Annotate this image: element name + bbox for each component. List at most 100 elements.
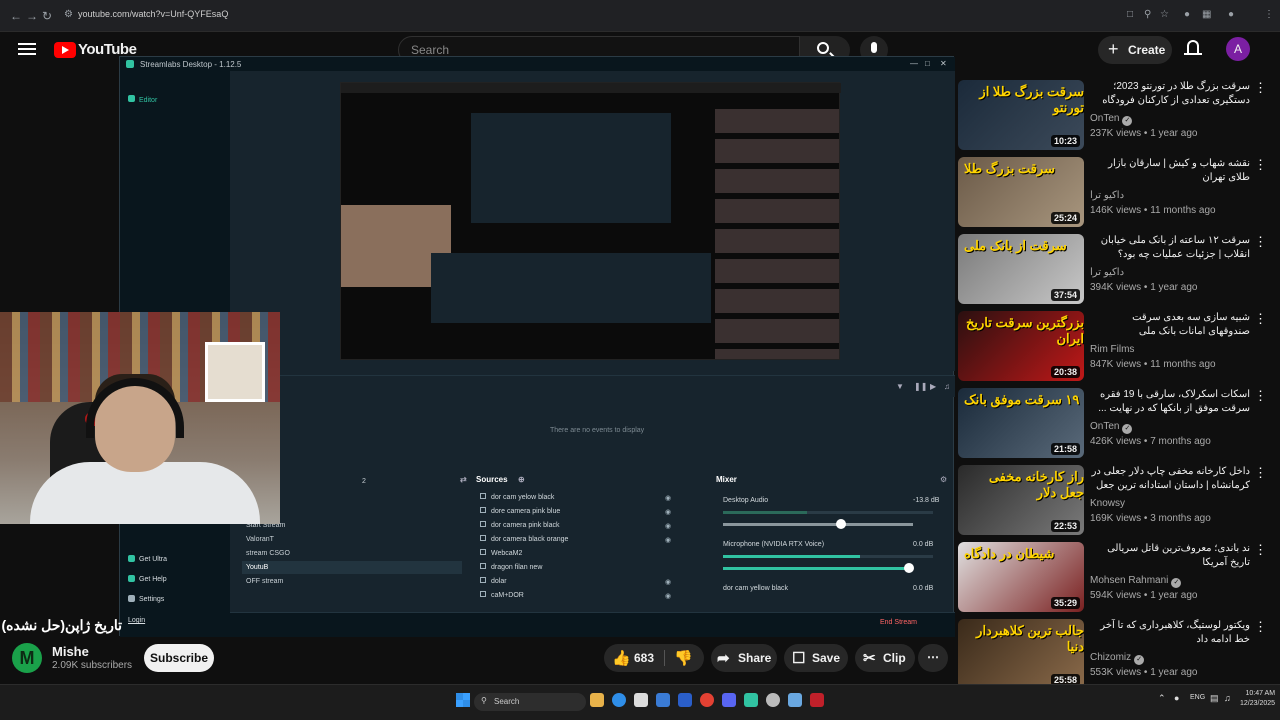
recommendation-title[interactable]: سرقت ۱۲ ساعته از بانک ملی خیابان انقلاب … <box>1090 234 1250 262</box>
skip-icon[interactable]: ▶ <box>930 382 936 391</box>
visibility-icon[interactable]: ◉ <box>665 592 671 600</box>
close-icon[interactable]: ✕ <box>940 59 947 68</box>
get-ultra-link[interactable]: Get Ultra <box>128 555 167 563</box>
app-icon[interactable] <box>766 693 780 707</box>
store-icon[interactable] <box>634 693 648 707</box>
source-item[interactable]: dore camera pink blue ◉ <box>480 507 680 521</box>
sources-filter-icon[interactable]: ⇄ <box>460 475 467 484</box>
forward-icon[interactable]: → <box>26 9 38 23</box>
save-button[interactable]: ☐ Save <box>784 644 848 672</box>
more-options-icon[interactable]: ⋮ <box>1254 388 1267 404</box>
bookmark-star-icon[interactable]: ☆ <box>1160 9 1169 20</box>
profile-icon[interactable]: ● <box>1228 9 1234 20</box>
create-button[interactable]: + Create <box>1098 36 1172 64</box>
scene-item-partial[interactable]: 2 <box>358 475 378 488</box>
visibility-icon[interactable]: ◉ <box>665 508 671 516</box>
pause-icon[interactable]: ❚❚ <box>914 382 927 391</box>
account-avatar[interactable]: A <box>1226 37 1250 61</box>
volume-icon[interactable]: ♫ <box>944 382 950 391</box>
scene-item[interactable]: ValoranT <box>242 533 462 546</box>
visibility-icon[interactable]: ◉ <box>665 522 671 530</box>
more-options-icon[interactable]: ⋮ <box>1254 542 1267 558</box>
recommendation-channel[interactable]: Chizomiz ✓ <box>1090 652 1145 665</box>
recommendation-channel[interactable]: OnTen ✓ <box>1090 113 1133 126</box>
recommendation-card[interactable]: بزرگترین سرقت تاریخ ایران 20:38 شبیه سازی … <box>958 311 1268 385</box>
recommendation-card[interactable]: سرقت بزرگ طلا 25:24 نقشه شهاب و کیش | سارق… <box>958 157 1268 231</box>
visibility-icon[interactable]: ◉ <box>665 494 671 502</box>
settings-link[interactable]: Settings <box>128 595 164 603</box>
zoom-icon[interactable]: ⚲ <box>1144 9 1151 20</box>
source-item[interactable]: WebcaM2 <box>480 549 680 563</box>
tray-chevron-icon[interactable]: ⌃ <box>1158 693 1166 704</box>
maximize-icon[interactable]: □ <box>925 59 930 68</box>
puzzle-icon[interactable]: ▦ <box>1202 9 1211 20</box>
source-item[interactable]: caM+DOR ◉ <box>480 591 680 605</box>
recommendation-card[interactable]: ۱۹ سرقت موفق بانک 21:58 اسکات اسکرلاک، سار… <box>958 388 1268 462</box>
more-options-icon[interactable]: ⋮ <box>1254 465 1267 481</box>
recommendation-title[interactable]: اسکات اسکرلاک، سارقی با 19 فقره سرقت موف… <box>1090 388 1250 416</box>
end-stream-button[interactable]: End Stream <box>880 619 917 626</box>
source-item[interactable]: dor camera black orange ◉ <box>480 535 680 549</box>
login-link[interactable]: Login <box>128 617 145 624</box>
channel-avatar[interactable]: M <box>12 643 42 673</box>
clip-button[interactable]: ✂ Clip <box>855 644 915 672</box>
video-thumbnail[interactable]: راز کارخانه مخفی جعل دلار 22:53 <box>958 465 1084 535</box>
app-icon[interactable] <box>788 693 802 707</box>
recommendation-channel[interactable]: OnTen ✓ <box>1090 421 1133 434</box>
extension-icon[interactable]: ● <box>1184 9 1190 20</box>
browser-menu-icon[interactable]: ⋮ <box>1264 9 1274 20</box>
get-help-link[interactable]: Get Help <box>128 575 167 583</box>
hamburger-menu-icon[interactable] <box>18 40 36 56</box>
more-options-icon[interactable]: ⋮ <box>1254 311 1267 327</box>
recommendation-channel[interactable]: Mohsen Rahmani ✓ <box>1090 575 1182 588</box>
dislike-icon[interactable]: 👎 <box>674 649 693 667</box>
scene-item-active[interactable]: YoutuB <box>242 561 462 574</box>
recommendation-card[interactable]: راز کارخانه مخفی جعل دلار 22:53 داخل کارخا… <box>958 465 1268 539</box>
recommendation-title[interactable]: سرقت بزرگ طلا در تورنتو 2023؛ دستگیری تع… <box>1090 80 1250 108</box>
video-thumbnail[interactable]: سرقت بزرگ طلا 25:24 <box>958 157 1084 227</box>
scene-item[interactable]: OFF stream <box>242 575 462 588</box>
editor-nav-item[interactable]: Editor <box>128 95 157 104</box>
subscribe-button[interactable]: Subscribe <box>144 644 214 672</box>
minimize-icon[interactable]: — <box>910 59 918 68</box>
more-options-icon[interactable]: ⋮ <box>1254 619 1267 635</box>
visibility-icon[interactable]: ◉ <box>665 536 671 544</box>
channel-name[interactable]: Mishe <box>52 644 89 659</box>
network-icon[interactable]: ▤ <box>1210 693 1219 704</box>
recommendation-channel[interactable]: داکیو ترا <box>1090 267 1124 278</box>
language-indicator[interactable]: ENG <box>1190 694 1205 701</box>
mixer-settings-gear-icon[interactable]: ⚙ <box>940 475 947 484</box>
source-item[interactable]: dor cam yelow black ◉ <box>480 493 680 507</box>
recommendation-title[interactable]: نقشه شهاب و کیش | سارقان بازار طلای تهرا… <box>1090 157 1250 185</box>
recommendation-card[interactable]: سرقت بزرگ طلا از تورنتو 10:23 سرقت بزرگ طل… <box>958 80 1268 154</box>
streamlabs-taskbar-icon[interactable] <box>744 693 758 707</box>
more-options-icon[interactable]: ⋮ <box>1254 157 1267 173</box>
recommendation-title[interactable]: شبیه سازی سه بعدی سرقت صندوقهای امانات ب… <box>1090 311 1250 339</box>
visibility-icon[interactable]: ◉ <box>665 578 671 586</box>
recommendation-channel[interactable]: Knowsy <box>1090 498 1125 509</box>
source-item[interactable]: dragon filan new <box>480 563 680 577</box>
volume-icon[interactable]: ♫ <box>1224 693 1231 703</box>
taskbar-search[interactable]: ⚲ Search <box>474 693 586 711</box>
cast-icon[interactable]: □ <box>1127 9 1133 20</box>
recommendation-card[interactable]: شیطان در دادگاه 35:29 ند باندی؛ معروف‌ترین… <box>958 542 1268 616</box>
video-thumbnail[interactable]: سرقت بزرگ طلا از تورنتو 10:23 <box>958 80 1084 150</box>
mixer-volume-slider[interactable] <box>723 563 914 573</box>
youtube-logo-icon[interactable] <box>54 42 76 58</box>
video-thumbnail[interactable]: جالب ترین کلاهبردار دنیا 25:58 <box>958 619 1084 689</box>
chrome-icon[interactable] <box>700 693 714 707</box>
more-actions-icon[interactable]: ⋯ <box>918 644 948 672</box>
filter-icon[interactable]: ▼ <box>896 382 904 391</box>
windows-start-icon[interactable] <box>456 693 470 707</box>
site-info-icon[interactable]: ⚙ <box>64 9 73 20</box>
video-thumbnail[interactable]: ۱۹ سرقت موفق بانک 21:58 <box>958 388 1084 458</box>
like-count[interactable]: 683 <box>634 651 654 665</box>
more-options-icon[interactable]: ⋮ <box>1254 80 1267 96</box>
source-item[interactable]: dolar ◉ <box>480 577 680 591</box>
like-icon[interactable]: 👍 <box>612 649 631 667</box>
add-source-icon[interactable]: ⊕ <box>518 475 525 484</box>
discord-icon[interactable] <box>722 693 736 707</box>
notifications-bell-icon[interactable] <box>1184 38 1202 58</box>
edge-icon[interactable] <box>612 693 626 707</box>
app-icon[interactable] <box>678 693 692 707</box>
